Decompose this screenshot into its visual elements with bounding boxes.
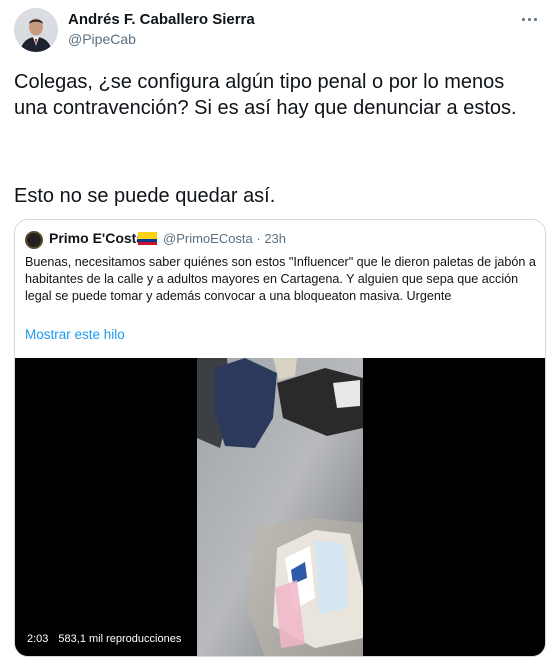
- author-name[interactable]: Andrés F. Caballero Sierra: [68, 11, 255, 28]
- more-options-button[interactable]: [518, 12, 540, 26]
- video-views: 583,1 mil reproducciones: [58, 633, 182, 645]
- colombia-flag-icon: [138, 232, 157, 245]
- quoted-tweet-text: Buenas, necesitamos saber quiénes son es…: [25, 255, 536, 303]
- tweet: Andrés F. Caballero Sierra @PipeCab Cole…: [0, 0, 560, 670]
- quoted-author-avatar[interactable]: [25, 231, 43, 249]
- tweet-text-second-paragraph: Esto no se puede quedar así.: [14, 185, 276, 207]
- ellipsis-dot: [527, 17, 531, 21]
- quoted-author-name[interactable]: Primo E'Costa: [49, 230, 144, 246]
- ellipsis-dot: [533, 17, 537, 21]
- quoted-author-meta[interactable]: @PrimoECosta · 23h: [163, 231, 286, 246]
- video-player[interactable]: 2:03 583,1 mil reproducciones: [15, 358, 545, 656]
- quoted-tweet[interactable]: Primo E'Costa @PrimoECosta · 23h Buenas,…: [14, 219, 546, 657]
- tweet-text: Colegas, ¿se configura algún tipo penal …: [14, 71, 517, 119]
- ellipsis-dot: [521, 17, 525, 21]
- author-handle[interactable]: @PipeCab: [68, 31, 136, 47]
- profile-photo-icon: [14, 8, 58, 52]
- author-avatar[interactable]: [14, 8, 58, 52]
- show-thread-link[interactable]: Mostrar este hilo: [25, 327, 125, 342]
- video-frame: [15, 358, 545, 656]
- video-info-badge: 2:03 583,1 mil reproducciones: [21, 629, 188, 649]
- video-duration: 2:03: [27, 633, 49, 645]
